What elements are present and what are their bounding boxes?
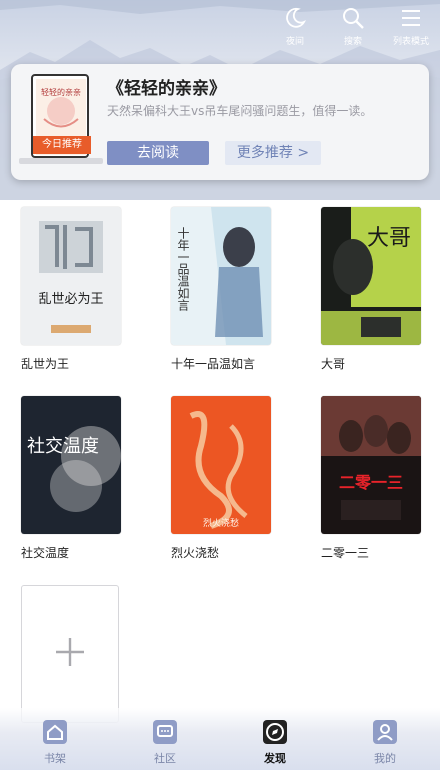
book-title: 社交温度 [21,546,70,560]
bookshelf-icon [41,718,69,746]
bottom-tab-bar: 书架 社区 发现 我的 [0,708,440,770]
tab-bookshelf-label: 书架 [44,752,66,765]
book-item[interactable]: 烈火浇愁 烈火浇愁 [171,396,271,561]
book-title: 二零一三 [321,546,370,560]
night-mode-button[interactable]: 夜间 [272,4,318,47]
book-item[interactable]: 大哥 大哥 [321,207,421,372]
tab-community-label: 社区 [154,752,176,765]
tab-discover[interactable]: 发现 [220,708,330,770]
tab-discover-label: 发现 [264,752,286,765]
recommended-cover-title: 轻轻的亲亲 [41,87,81,97]
book-cover-title: 大哥 [367,226,411,251]
book-cover-title: 烈火浇愁 [203,517,239,529]
book-cover-title: 二零一三 [339,473,403,492]
search-icon [340,4,366,32]
top-action-bar: 夜间 搜索 列表模式 [272,4,434,47]
book-cover: 十年一品温如言 [171,207,271,345]
book-cover-title: 十年一品温如言 [176,227,190,312]
book-item[interactable]: 二零一三 二零一三 [321,396,421,561]
moon-icon [282,4,308,32]
recommended-book-title[interactable]: 《轻轻的亲亲》 [107,74,226,99]
more-recommendations-button[interactable]: 更多推荐 > [225,141,321,165]
book-cover-title: 乱世必为王 [38,292,103,307]
tab-community[interactable]: 社区 [110,708,220,770]
go-read-button[interactable]: 去阅读 [107,141,209,165]
book-cover: 社交温度 [21,396,121,534]
book-title: 烈火浇愁 [171,546,220,560]
list-mode-button[interactable]: 列表模式 [388,4,434,47]
book-item[interactable]: 乱世必为王 乱世为王 [21,207,121,372]
profile-icon [371,718,399,746]
book-item[interactable]: 十年一品温如言 十年一品温如言 [171,207,271,372]
recommended-book-description: 天然呆偏科大王vs吊车尾闷骚问题生，值得一读。 [107,104,373,118]
discover-icon [261,718,289,746]
night-mode-label: 夜间 [285,37,304,47]
add-book-button[interactable] [21,585,119,723]
list-mode-label: 列表模式 [392,37,429,47]
search-button[interactable]: 搜索 [330,4,376,47]
book-title: 大哥 [321,357,346,371]
book-cover: 大哥 [321,207,421,345]
today-recommendation-badge: 今日推荐 [33,136,91,154]
book-title: 十年一品温如言 [171,357,256,371]
book-stand-shadow [19,158,103,164]
list-mode-icon [398,4,424,32]
book-cover: 烈火浇愁 [171,396,271,534]
daily-recommendation-card: 轻轻的亲亲 今日推荐 《轻轻的亲亲》 天然呆偏科大王vs吊车尾闷骚问题生，值得一… [11,64,429,180]
search-label: 搜索 [343,37,362,47]
plus-icon [54,636,86,672]
book-cover-title: 社交温度 [27,436,99,457]
community-icon [151,718,179,746]
book-cover: 二零一三 [321,396,421,534]
book-item[interactable]: 社交温度 社交温度 [21,396,121,561]
tab-bookshelf[interactable]: 书架 [0,708,110,770]
tab-profile[interactable]: 我的 [330,708,440,770]
tab-profile-label: 我的 [374,752,396,765]
book-title: 乱世为王 [21,357,70,371]
book-cover: 乱世必为王 [21,207,121,345]
